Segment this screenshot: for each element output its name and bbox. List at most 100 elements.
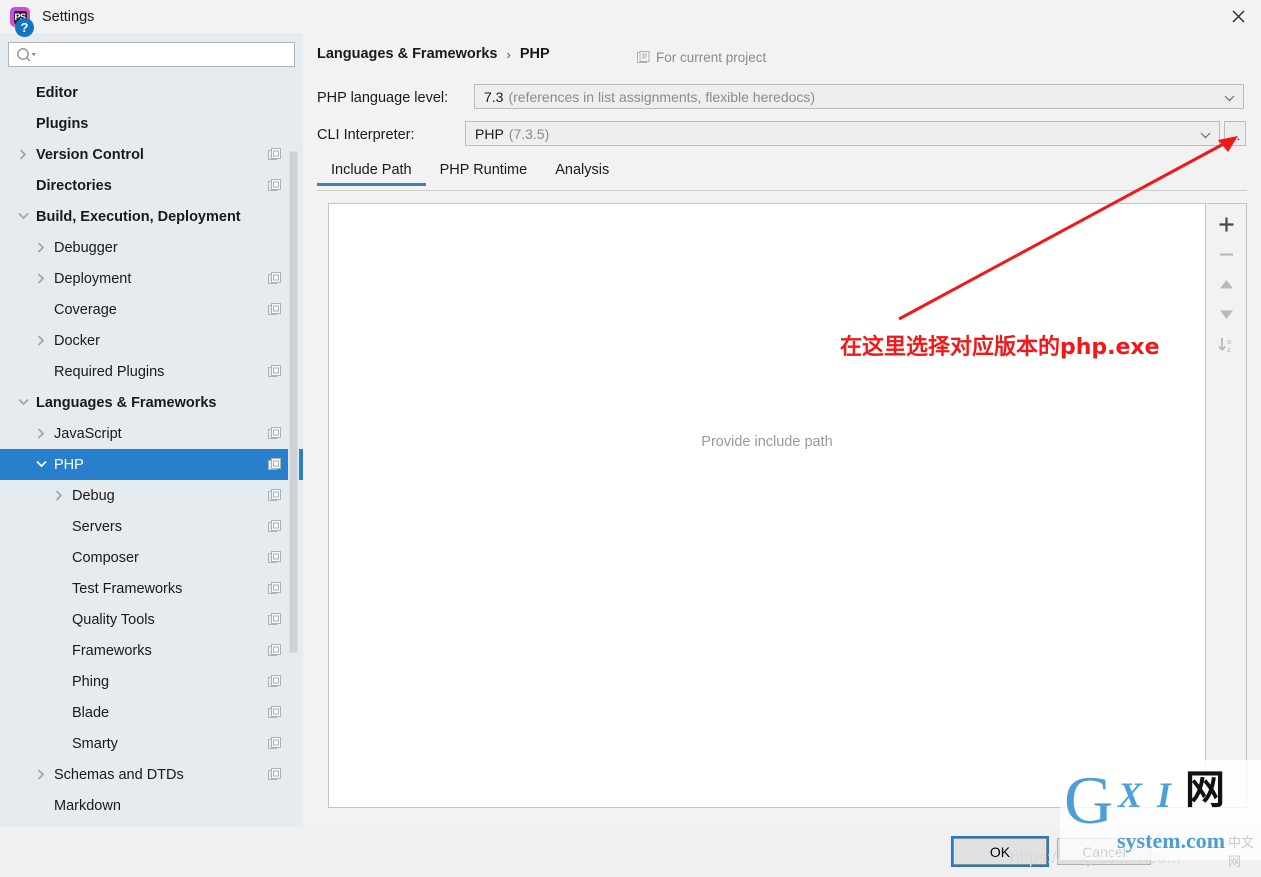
cancel-button[interactable]: Cancel xyxy=(1057,838,1151,865)
sidebar-item-label: Docker xyxy=(54,332,100,349)
include-path-placeholder: Provide include path xyxy=(701,434,833,450)
sidebar-item-blade[interactable]: Blade xyxy=(0,697,303,728)
tab-include-path[interactable]: Include Path xyxy=(317,159,426,186)
sidebar-item-docker[interactable]: Docker xyxy=(0,325,303,356)
search-input[interactable] xyxy=(39,45,293,67)
php-language-level-combo[interactable]: 7.3 (references in list assignments, fle… xyxy=(474,84,1244,109)
sidebar-item-version-control[interactable]: Version Control xyxy=(0,139,303,170)
sidebar-item-label: Phing xyxy=(72,673,110,690)
copy-settings-icon[interactable] xyxy=(268,551,281,564)
sidebar-item-frameworks[interactable]: Frameworks xyxy=(0,635,303,666)
copy-settings-icon[interactable] xyxy=(268,520,281,533)
sidebar-item-quality-tools[interactable]: Quality Tools xyxy=(0,604,303,635)
scope-note-label: For current project xyxy=(656,50,767,65)
search-box[interactable] xyxy=(8,42,295,67)
project-scope-icon xyxy=(637,51,650,64)
title-bar: PS Settings xyxy=(0,0,1261,33)
chevron-right-icon[interactable] xyxy=(34,334,48,348)
sidebar-item-label: PHP xyxy=(54,456,84,473)
sidebar-item-composer[interactable]: Composer xyxy=(0,542,303,573)
sidebar-item-coverage[interactable]: Coverage xyxy=(0,294,303,325)
sidebar-item-label: Smarty xyxy=(72,735,118,752)
sidebar-item-label: Servers xyxy=(72,518,122,535)
copy-settings-icon[interactable] xyxy=(268,179,281,192)
breadcrumb-parent[interactable]: Languages & Frameworks xyxy=(317,46,498,62)
chevron-right-icon[interactable] xyxy=(52,489,66,503)
sidebar-item-debug[interactable]: Debug xyxy=(0,480,303,511)
sidebar-item-label: Deployment xyxy=(54,270,132,287)
copy-settings-icon[interactable] xyxy=(268,303,281,316)
sidebar-item-label: Test Frameworks xyxy=(72,580,183,597)
sidebar-item-javascript[interactable]: JavaScript xyxy=(0,418,303,449)
svg-text:z: z xyxy=(1227,345,1231,354)
settings-tree: Editor Plugins Version Control Directories B… xyxy=(0,77,303,827)
add-button[interactable] xyxy=(1212,212,1242,242)
sidebar-item-editor[interactable]: Editor xyxy=(0,77,303,108)
sidebar-item-debugger[interactable]: Debugger xyxy=(0,232,303,263)
sidebar-item-label: Debugger xyxy=(54,239,118,256)
sidebar-item-build-execution-deployment[interactable]: Build, Execution, Deployment xyxy=(0,201,303,232)
close-icon[interactable] xyxy=(1215,0,1261,33)
sidebar-item-markdown[interactable]: Markdown xyxy=(0,790,303,821)
copy-settings-icon[interactable] xyxy=(268,737,281,750)
chevron-down-icon[interactable] xyxy=(16,210,30,224)
copy-settings-icon[interactable] xyxy=(268,582,281,595)
sidebar-item-test-frameworks[interactable]: Test Frameworks xyxy=(0,573,303,604)
copy-settings-icon[interactable] xyxy=(268,458,281,471)
copy-settings-icon[interactable] xyxy=(268,489,281,502)
breadcrumb-current: PHP xyxy=(519,46,550,62)
sidebar-item-label: Languages & Frameworks xyxy=(36,394,217,411)
move-up-button xyxy=(1212,272,1242,302)
chevron-right-icon[interactable] xyxy=(34,241,48,255)
help-button[interactable]: ? xyxy=(15,18,34,37)
cli-interpreter-value: PHP xyxy=(475,125,504,142)
sidebar-item-smarty[interactable]: Smarty xyxy=(0,728,303,759)
copy-settings-icon[interactable] xyxy=(268,272,281,285)
sidebar-item-label: Composer xyxy=(72,549,139,566)
cli-interpreter-combo[interactable]: PHP (7.3.5) xyxy=(465,121,1220,146)
remove-button xyxy=(1212,242,1242,272)
copy-settings-icon[interactable] xyxy=(268,768,281,781)
sidebar-item-php[interactable]: PHP xyxy=(0,449,303,480)
cli-interpreter-label: CLI Interpreter: xyxy=(317,127,415,143)
sidebar-item-languages-frameworks[interactable]: Languages & Frameworks xyxy=(0,387,303,418)
chevron-down-icon xyxy=(1224,89,1235,105)
cli-interpreter-browse-button[interactable]: ... xyxy=(1224,121,1246,146)
copy-settings-icon[interactable] xyxy=(268,148,281,161)
settings-dialog: PS Settings Editor Plugins Version Control… xyxy=(0,0,1261,877)
sidebar-item-label: Build, Execution, Deployment xyxy=(36,208,241,225)
chevron-right-icon[interactable] xyxy=(34,272,48,286)
arrow-down-icon xyxy=(1218,308,1235,326)
tab-analysis[interactable]: Analysis xyxy=(541,159,623,186)
copy-settings-icon[interactable] xyxy=(268,675,281,688)
chevron-down-icon[interactable] xyxy=(34,458,48,472)
chevron-right-icon[interactable] xyxy=(34,427,48,441)
sidebar-scrollbar-thumb[interactable] xyxy=(289,151,298,653)
sidebar-item-label: Required Plugins xyxy=(54,363,165,380)
chevron-right-icon[interactable] xyxy=(16,148,30,162)
sidebar-item-schemas-and-dtds[interactable]: Schemas and DTDs xyxy=(0,759,303,790)
include-path-list[interactable]: Provide include path xyxy=(328,203,1206,808)
copy-settings-icon[interactable] xyxy=(268,706,281,719)
chevron-down-icon xyxy=(1200,126,1211,142)
sidebar-item-servers[interactable]: Servers xyxy=(0,511,303,542)
copy-settings-icon[interactable] xyxy=(268,427,281,440)
sidebar-item-plugins[interactable]: Plugins xyxy=(0,108,303,139)
tabs-underline xyxy=(317,190,1247,191)
sidebar-item-label: Version Control xyxy=(36,146,144,163)
arrow-up-icon xyxy=(1218,278,1235,296)
chevron-right-icon[interactable] xyxy=(34,768,48,782)
sidebar-item-phing[interactable]: Phing xyxy=(0,666,303,697)
copy-settings-icon[interactable] xyxy=(268,613,281,626)
ok-button[interactable]: OK xyxy=(951,836,1049,867)
copy-settings-icon[interactable] xyxy=(268,365,281,378)
breadcrumb: Languages & Frameworks › PHP xyxy=(317,46,550,62)
copy-settings-icon[interactable] xyxy=(268,644,281,657)
tab-php-runtime[interactable]: PHP Runtime xyxy=(426,159,542,186)
chevron-down-icon[interactable] xyxy=(16,396,30,410)
sidebar-item-label: Markdown xyxy=(54,797,121,814)
sidebar-item-deployment[interactable]: Deployment xyxy=(0,263,303,294)
sidebar-item-required-plugins[interactable]: Required Plugins xyxy=(0,356,303,387)
sidebar-item-directories[interactable]: Directories xyxy=(0,170,303,201)
plus-icon xyxy=(1218,216,1235,238)
